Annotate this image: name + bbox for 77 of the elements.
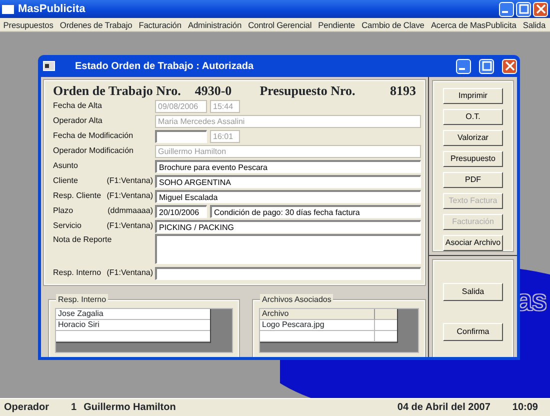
menu-item[interactable]: Ordenes de Trabajo [56,18,136,31]
status-label: Operador [4,401,50,415]
app-icon [2,4,14,14]
field-label: Operador Alta [53,115,102,127]
action-button[interactable]: Valorizar [443,130,503,146]
operator-id: 1 [71,401,77,415]
menu-item[interactable]: Control Gerencial [244,18,315,31]
window-title: MasPublicita [18,2,86,17]
close-button[interactable] [502,58,517,74]
input-field: Maria Mercedes Assalini [155,114,421,128]
close-icon [536,4,546,14]
menu-item[interactable]: Salida [520,18,549,31]
field-label: Resp. Interno [53,267,102,279]
field-label: Asunto [53,160,78,172]
minimize-icon [459,68,465,70]
menu-item[interactable]: Acerca de MasPublicita [428,18,520,31]
input-field: 16:01 [210,130,240,142]
maximize-button[interactable] [516,2,531,16]
menu-item[interactable]: Facturación [135,18,185,31]
minimize-button[interactable] [456,58,471,74]
field-label: Resp. Cliente [53,190,102,202]
field-label: Fecha de Alta [53,100,102,112]
input-field[interactable] [155,130,207,142]
header-value: 8193 [390,82,416,99]
input-field[interactable]: SOHO ARGENTINA [155,174,421,188]
input-field: Guillermo Hamilton [155,144,421,158]
list-item[interactable]: Horacio Siri [56,320,210,331]
maximize-icon [482,61,492,71]
action-button[interactable]: Salida [443,283,503,301]
field-label: Servicio [53,220,82,232]
field-label: Fecha de Modificación [53,130,134,142]
action-button[interactable]: Imprimir [443,88,503,104]
header-value: 4930-0 [194,82,232,99]
menu-item[interactable]: Cambio de Clave [358,18,428,31]
table-cell: Logo Pescara.jpg [260,320,375,331]
field-hint: (F1:Ventana) [106,267,153,279]
action-button[interactable]: Asociar Archivo [443,235,503,251]
group-title: Resp. Interno [56,294,108,306]
input-field[interactable]: Brochure para evento Pescara [155,160,421,172]
input-field[interactable]: 20/10/2006 [155,204,207,218]
input-field[interactable]: Condición de pago: 30 días fecha factura [210,204,421,218]
status-time: 10:09 [512,401,538,415]
text-area[interactable] [155,234,421,264]
field-label: Operador Modificación [53,145,134,157]
action-button[interactable]: O.T. [443,109,503,125]
input-field: 09/08/2006 [155,100,207,112]
operator-name: Guillermo Hamilton [84,401,176,415]
close-icon [504,61,514,71]
action-button[interactable]: Presupuesto [443,151,503,167]
field-hint: (ddmmaaaa) [108,205,153,217]
input-field[interactable] [155,266,421,280]
field-label: Cliente [53,175,78,187]
column-header[interactable]: Archivo [260,309,375,320]
dialog-title: Estado Orden de Trabajo : Autorizada [75,60,254,74]
menu-item[interactable]: Administración [184,18,245,31]
field-label: Nota de Reporte [53,234,112,246]
maximize-button[interactable] [479,58,494,74]
action-button[interactable]: PDF [443,172,503,188]
header-label: Orden de Trabajo Nro. [53,82,181,99]
status-date: 04 de Abril del 2007 [397,401,490,415]
input-field[interactable]: Miguel Escalada [155,190,421,202]
maximize-icon [518,4,528,14]
menu-item[interactable]: Presupuestos [0,18,57,31]
field-hint: (F1:Ventana) [106,175,153,187]
header-label: Presupuesto Nro. [260,82,356,99]
input-field[interactable]: PICKING / PACKING [155,220,421,232]
action-button[interactable]: Confirma [443,323,503,341]
close-button[interactable] [533,2,548,16]
input-field: 15:44 [210,100,240,112]
window-icon [43,61,55,71]
field-label: Plazo [53,205,74,217]
menu-item[interactable]: Pendiente [314,18,358,31]
minimize-button[interactable] [499,2,514,16]
minimize-icon [502,11,508,13]
list-item[interactable]: Jose Zagalia [56,309,210,320]
field-hint: (F1:Ventana) [106,220,153,232]
field-hint: (F1:Ventana) [106,190,153,202]
